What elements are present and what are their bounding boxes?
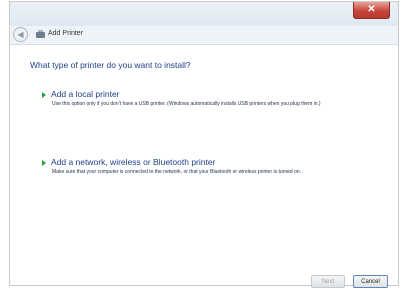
cancel-button[interactable]: Cancel — [353, 275, 388, 288]
close-icon: ✕ — [367, 4, 376, 15]
printer-icon — [36, 30, 45, 38]
back-button[interactable]: ◀ — [13, 27, 28, 42]
option-title[interactable]: Add a network, wireless or Bluetooth pri… — [51, 157, 215, 167]
next-button[interactable]: Next — [311, 275, 345, 288]
title-bar: ✕ — [10, 2, 398, 26]
page-heading: What type of printer do you want to inst… — [30, 60, 191, 70]
close-button[interactable]: ✕ — [353, 2, 390, 19]
window-title: Add Printer — [48, 30, 84, 37]
back-arrow-icon: ◀ — [17, 29, 24, 39]
option-title[interactable]: Add a local printer — [51, 89, 120, 99]
option-description: Use this option only if you don't have a… — [52, 101, 321, 107]
green-arrow-icon — [42, 92, 46, 98]
dialog-content: What type of printer do you want to inst… — [10, 45, 398, 288]
green-arrow-icon — [42, 160, 46, 166]
option-description: Make sure that your computer is connecte… — [52, 169, 302, 175]
dialog-header: ◀ Add Printer — [10, 26, 398, 45]
add-printer-window: ✕ ◀ Add Printer What type of printer do … — [9, 1, 399, 288]
